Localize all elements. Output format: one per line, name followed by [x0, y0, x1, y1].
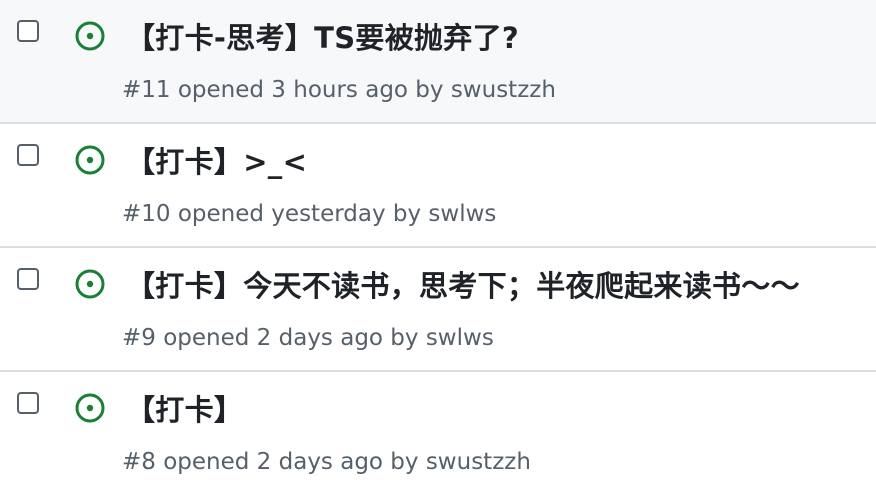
issue-title-link[interactable]: 【打卡-思考】TS要被抛弃了?	[126, 18, 519, 58]
issue-row[interactable]: 【打卡-思考】TS要被抛弃了? #11 opened 3 hours ago b…	[0, 0, 876, 124]
select-checkbox[interactable]	[17, 268, 39, 290]
issue-row[interactable]: 【打卡】>_< #10 opened yesterday by swlws	[0, 124, 876, 248]
select-checkbox[interactable]	[17, 20, 39, 42]
issue-row[interactable]: 【打卡】今天不读书，思考下；半夜爬起来读书～～ #9 opened 2 days…	[0, 248, 876, 372]
issue-title-link[interactable]: 【打卡】今天不读书，思考下；半夜爬起来读书～～	[126, 266, 800, 306]
select-checkbox[interactable]	[17, 392, 39, 414]
issue-open-icon	[75, 269, 105, 299]
issue-meta: #10 opened yesterday by swlws	[122, 201, 497, 227]
issue-open-icon	[75, 145, 105, 175]
issue-list: 【打卡-思考】TS要被抛弃了? #11 opened 3 hours ago b…	[0, 0, 876, 496]
issue-title-link[interactable]: 【打卡】	[126, 390, 243, 430]
issue-meta: #11 opened 3 hours ago by swustzzh	[122, 77, 556, 103]
issue-row[interactable]: 【打卡】 #8 opened 2 days ago by swustzzh	[0, 372, 876, 496]
issue-meta: #9 opened 2 days ago by swlws	[122, 325, 494, 351]
issue-meta: #8 opened 2 days ago by swustzzh	[122, 449, 531, 475]
select-checkbox[interactable]	[17, 144, 39, 166]
issue-open-icon	[75, 21, 105, 51]
issue-title-link[interactable]: 【打卡】>_<	[126, 142, 307, 182]
issue-open-icon	[75, 393, 105, 423]
